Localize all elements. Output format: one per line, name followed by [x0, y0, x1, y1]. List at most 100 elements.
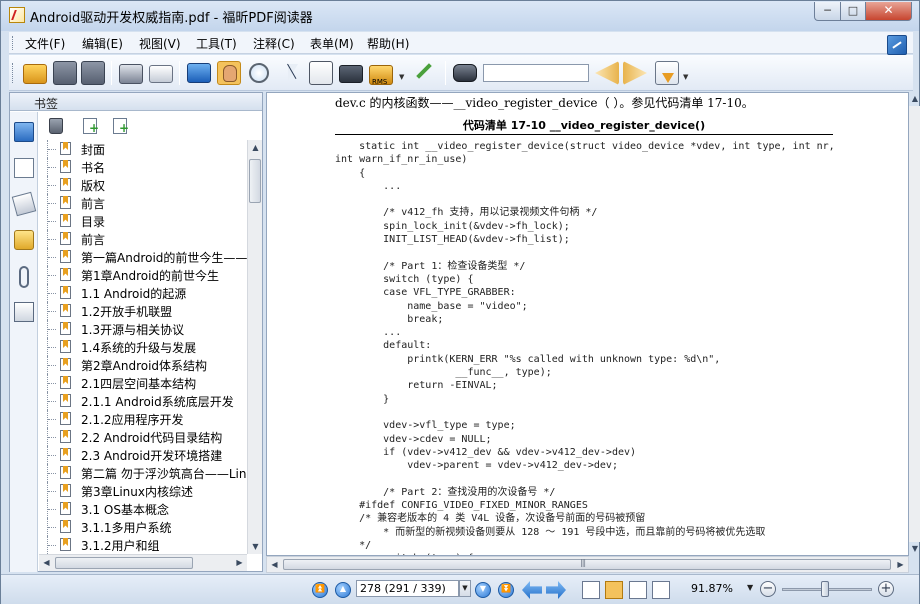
bookmark-item[interactable]: 第1章Android的前世今生 — [39, 266, 247, 284]
add-bookmark-icon[interactable] — [83, 118, 99, 135]
continuous-page-icon[interactable] — [605, 581, 623, 599]
menu-comment[interactable]: 注释(C) — [253, 35, 295, 52]
menu-grip[interactable] — [12, 36, 15, 50]
scroll-right-icon[interactable]: ▶ — [893, 557, 908, 572]
menu-view[interactable]: 视图(V) — [139, 35, 181, 52]
scroll-left-icon[interactable]: ◀ — [267, 557, 282, 572]
delete-bookmark-icon[interactable] — [49, 118, 63, 134]
pages-tab-icon[interactable] — [14, 158, 34, 178]
menu-form[interactable]: 表单(M) — [310, 35, 354, 52]
next-result-icon[interactable] — [623, 61, 647, 85]
bookmark-item[interactable]: 3.1.1多用户系统 — [39, 518, 247, 536]
zoom-level[interactable]: 91.87% — [691, 582, 733, 595]
bookmark-item[interactable]: 书名 — [39, 158, 247, 176]
app-icon[interactable] — [9, 7, 25, 23]
sort-icon[interactable] — [655, 61, 679, 85]
last-page-icon[interactable] — [498, 582, 514, 598]
back-arrow-icon[interactable] — [522, 581, 542, 599]
minimize-button[interactable]: ─ — [814, 2, 841, 21]
bookmark-item[interactable]: 2.1.2应用程序开发 — [39, 410, 247, 428]
close-button[interactable]: ✕ — [865, 2, 912, 21]
menu-file[interactable]: 文件(F) — [25, 35, 65, 52]
bookmark-item[interactable]: 版权 — [39, 176, 247, 194]
print-icon[interactable] — [119, 64, 143, 84]
scroll-thumb[interactable] — [283, 558, 891, 570]
scroll-down-icon[interactable]: ▼ — [909, 542, 920, 556]
document-vertical-scrollbar[interactable]: ▲ ▼ — [909, 92, 920, 556]
bookmark-item[interactable]: 第3章Linux内核综述 — [39, 482, 247, 500]
find-icon[interactable] — [453, 64, 477, 82]
add-child-bookmark-icon[interactable] — [113, 118, 129, 135]
previous-result-icon[interactable] — [595, 61, 619, 85]
zoom-tool-icon[interactable] — [249, 63, 269, 83]
bookmark-item[interactable]: 3.1.2用户和组 — [39, 536, 247, 554]
menu-edit[interactable]: 编辑(E) — [82, 35, 123, 52]
bookmark-item[interactable]: 1.3开源与相关协议 — [39, 320, 247, 338]
bookmark-item[interactable]: 2.1.1 Android系统底层开发 — [39, 392, 247, 410]
select-tool-icon[interactable] — [281, 61, 305, 85]
bookmark-item[interactable]: 1.2开放手机联盟 — [39, 302, 247, 320]
bookmark-vertical-scrollbar[interactable]: ▲ ▼ — [247, 140, 262, 554]
text-select-icon[interactable] — [309, 61, 333, 85]
document-horizontal-scrollbar[interactable]: ◀ ▶ — [266, 556, 909, 573]
page-number-input[interactable]: 278 (291 / 339) — [356, 580, 459, 597]
maximize-button[interactable]: □ — [840, 2, 866, 21]
bookmark-item[interactable]: 2.2 Android代码目录结构 — [39, 428, 247, 446]
scroll-thumb[interactable] — [55, 557, 193, 569]
first-page-icon[interactable] — [312, 582, 328, 598]
bookmark-item[interactable]: 第2章Android体系结构 — [39, 356, 247, 374]
scroll-track[interactable] — [909, 106, 920, 542]
toolbar-grip[interactable] — [12, 63, 15, 83]
bookmark-item[interactable]: 第一篇Android的前世今生——A — [39, 248, 247, 266]
bookmark-horizontal-scrollbar[interactable]: ◀ ▶ — [39, 554, 247, 571]
bookmark-item[interactable]: 2.3 Android开发环境搭建 — [39, 446, 247, 464]
sort-dropdown-icon[interactable]: ▼ — [683, 73, 688, 81]
previous-page-icon[interactable] — [335, 582, 351, 598]
scroll-left-icon[interactable]: ◀ — [39, 555, 54, 571]
page-dropdown-icon[interactable]: ▼ — [459, 580, 471, 597]
save-icon[interactable] — [53, 61, 77, 85]
email-icon[interactable] — [149, 65, 173, 83]
sign-icon[interactable] — [411, 61, 435, 85]
bookmark-item[interactable]: 封面 — [39, 140, 247, 158]
scroll-up-icon[interactable]: ▲ — [248, 140, 263, 155]
title-bar[interactable]: Android驱动开发权威指南.pdf - 福昕PDF阅读器 ─ □ ✕ — [1, 1, 919, 31]
zoom-slider-thumb[interactable] — [820, 581, 829, 597]
menu-help[interactable]: 帮助(H) — [367, 35, 409, 52]
help-book-icon[interactable] — [887, 35, 907, 55]
bookmark-item[interactable]: 前言 — [39, 194, 247, 212]
single-page-icon[interactable] — [582, 581, 600, 599]
snapshot-icon[interactable] — [339, 65, 363, 83]
forward-arrow-icon[interactable] — [546, 581, 566, 599]
zoom-dropdown-icon[interactable]: ▼ — [747, 583, 753, 592]
document-view[interactable]: dev.c 的内核函数——__video_register_device（ ）。… — [266, 92, 909, 556]
facing-page-icon[interactable] — [629, 581, 647, 599]
bookmark-item[interactable]: 1.4系统的升级与发展 — [39, 338, 247, 356]
full-screen-icon[interactable] — [187, 63, 211, 83]
scroll-thumb[interactable] — [249, 159, 261, 203]
comments-tab-icon[interactable] — [14, 230, 34, 250]
open-icon[interactable] — [23, 64, 47, 84]
bookmark-item[interactable]: 2.1四层空间基本结构 — [39, 374, 247, 392]
zoom-in-icon[interactable]: + — [878, 581, 894, 597]
scroll-right-icon[interactable]: ▶ — [232, 555, 247, 571]
next-page-icon[interactable] — [475, 582, 491, 598]
attachments-tab-icon[interactable] — [19, 266, 29, 288]
bookmark-item[interactable]: 第二篇 勿于浮沙筑高台——Lin — [39, 464, 247, 482]
continuous-facing-icon[interactable] — [652, 581, 670, 599]
hand-tool-icon[interactable] — [217, 61, 241, 85]
bookmark-item[interactable]: 3.1 OS基本概念 — [39, 500, 247, 518]
save-as-icon[interactable] — [81, 61, 105, 85]
rms-icon[interactable]: RMS — [369, 65, 393, 86]
bookmarks-tab-icon[interactable] — [14, 122, 34, 142]
zoom-out-icon[interactable]: − — [760, 581, 776, 597]
bookmark-item[interactable]: 1.1 Android的起源 — [39, 284, 247, 302]
search-input[interactable] — [483, 64, 589, 82]
scroll-down-icon[interactable]: ▼ — [248, 539, 263, 554]
rms-dropdown-icon[interactable]: ▼ — [399, 73, 404, 81]
menu-tools[interactable]: 工具(T) — [196, 35, 237, 52]
bookmark-item[interactable]: 前言 — [39, 230, 247, 248]
signatures-tab-icon[interactable] — [14, 302, 34, 322]
scroll-up-icon[interactable]: ▲ — [909, 92, 920, 106]
bookmark-item[interactable]: 目录 — [39, 212, 247, 230]
